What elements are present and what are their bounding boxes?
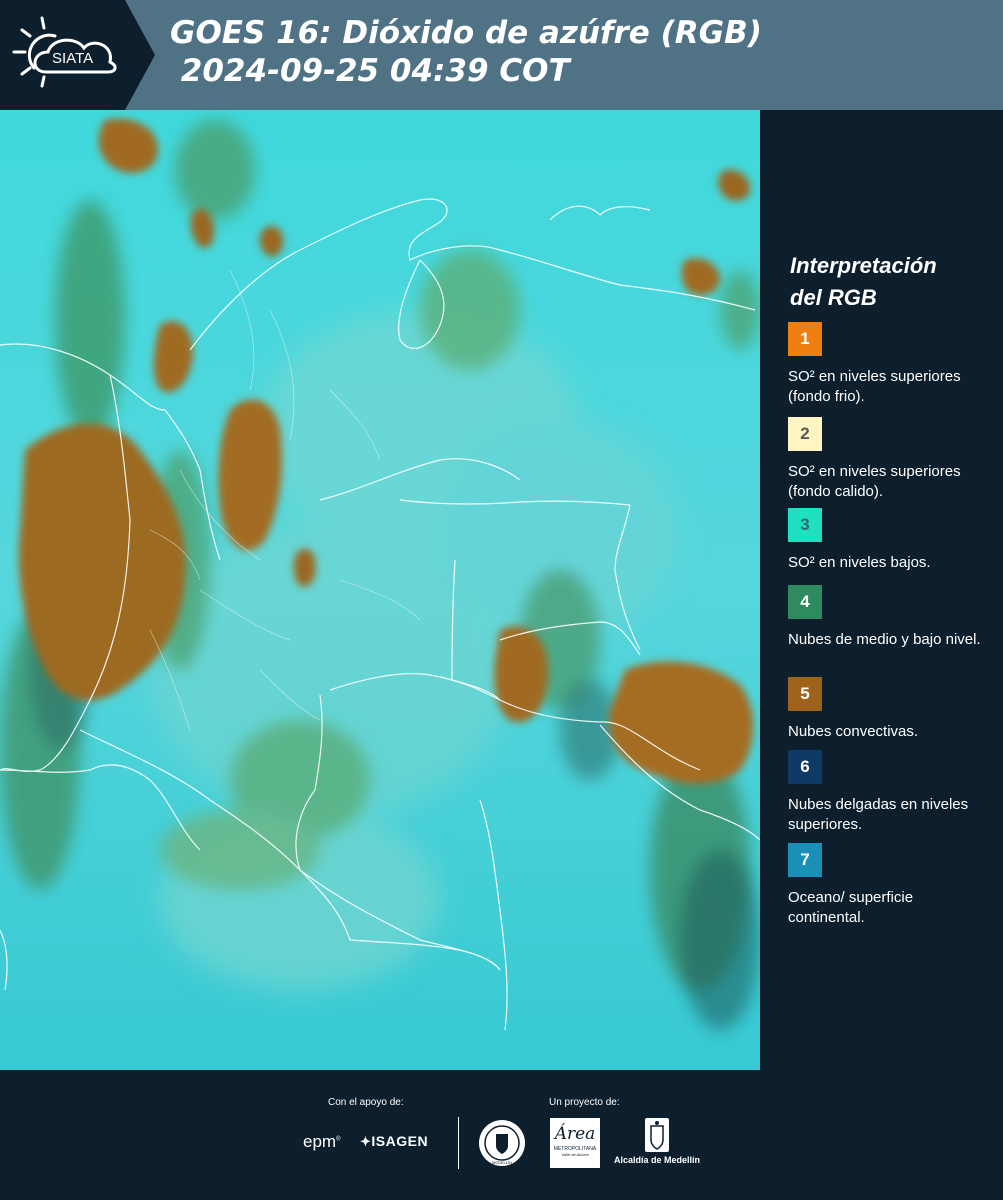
- project-label: Un proyecto de:: [549, 1097, 620, 1108]
- legend-label-5: Nubes convectivas.: [788, 723, 919, 740]
- legend-item-2: 2 SO² en niveles superiores (fondo calid…: [788, 417, 993, 502]
- alcaldia-text: Alcaldía de Medellín: [613, 1155, 701, 1165]
- legend-label-6: Nubes delgadas en niveles superiores.: [788, 796, 969, 833]
- legend-number-4: 4: [800, 592, 810, 611]
- legend-number-5: 5: [800, 684, 810, 703]
- legend-swatch-7: 7: [788, 843, 822, 877]
- siata-logo: SIATA: [0, 0, 155, 110]
- satellite-map: [0, 110, 761, 1070]
- legend-item-4: 4 Nubes de medio y bajo nivel.: [788, 585, 993, 650]
- legend-title: Interpretación del RGB: [790, 250, 990, 314]
- epm-text: epm: [303, 1132, 337, 1151]
- legend-number-1: 1: [800, 329, 810, 348]
- legend-item-7: 7 Oceano/ superficie continental.: [788, 843, 993, 928]
- medellin-seal: MEDELLÍN: [477, 1118, 527, 1168]
- legend-label-4: Nubes de medio y bajo nivel.: [788, 631, 981, 648]
- legend-item-5: 5 Nubes convectivas.: [788, 677, 993, 742]
- legend-item-6: 6 Nubes delgadas en niveles superiores.: [788, 750, 993, 835]
- footer-divider: [458, 1117, 459, 1169]
- legend-title-line-2: del RGB: [790, 285, 877, 310]
- area-name: Área: [554, 1124, 596, 1144]
- legend-swatch-4: 4: [788, 585, 822, 619]
- legend-swatch-6: 6: [788, 750, 822, 784]
- isagen-icon: ✦: [360, 1134, 372, 1149]
- legend-swatch-5: 5: [788, 677, 822, 711]
- legend-label-1: SO² en niveles superiores (fondo frio).: [788, 368, 961, 405]
- legend-number-3: 3: [800, 515, 810, 534]
- legend-item-3: 3 SO² en niveles bajos.: [788, 508, 993, 573]
- alcaldia-logo: Alcaldía de Medellín: [612, 1118, 702, 1170]
- legend-number-2: 2: [800, 424, 810, 443]
- legend-swatch-2: 2: [788, 417, 822, 451]
- legend-label-3: SO² en niveles bajos.: [788, 554, 931, 571]
- area-sub-2: Valle de Aburrá: [561, 1152, 589, 1157]
- rgb-legend: Interpretación del RGB 1 SO² en niveles …: [760, 110, 1003, 1070]
- support-label: Con el apoyo de:: [328, 1097, 404, 1108]
- legend-label-2: SO² en niveles superiores (fondo calido)…: [788, 463, 961, 500]
- area-metropolitana-logo: Área METROPOLITANA Valle de Aburrá: [550, 1118, 600, 1168]
- logo-text: SIATA: [52, 50, 93, 67]
- legend-swatch-3: 3: [788, 508, 822, 542]
- header-bar: SIATA GOES 16: Dióxido de azúfre (RGB) 2…: [0, 0, 1003, 110]
- legend-number-6: 6: [800, 757, 810, 776]
- legend-label-7: Oceano/ superficie continental.: [788, 889, 914, 926]
- legend-title-line-1: Interpretación: [790, 253, 937, 278]
- legend-number-7: 7: [800, 850, 810, 869]
- legend-item-1: 1 SO² en niveles superiores (fondo frio)…: [788, 322, 993, 407]
- isagen-text: ISAGEN: [371, 1133, 429, 1149]
- alcaldia-crest-icon: [645, 1118, 669, 1152]
- title-line-2: 2024-09-25 04:39 COT: [170, 53, 570, 89]
- title-line-1: GOES 16: Dióxido de azúfre (RGB): [170, 15, 762, 51]
- isagen-logo: ✦ISAGEN: [360, 1133, 428, 1150]
- epm-logo: epm®: [303, 1132, 341, 1151]
- legend-swatch-1: 1: [788, 322, 822, 356]
- medellin-seal-text: MEDELLÍN: [492, 1160, 512, 1165]
- footer: Con el apoyo de: Un proyecto de: epm® ✦I…: [0, 1070, 1003, 1200]
- page-title: GOES 16: Dióxido de azúfre (RGB) 2024-09…: [170, 14, 762, 90]
